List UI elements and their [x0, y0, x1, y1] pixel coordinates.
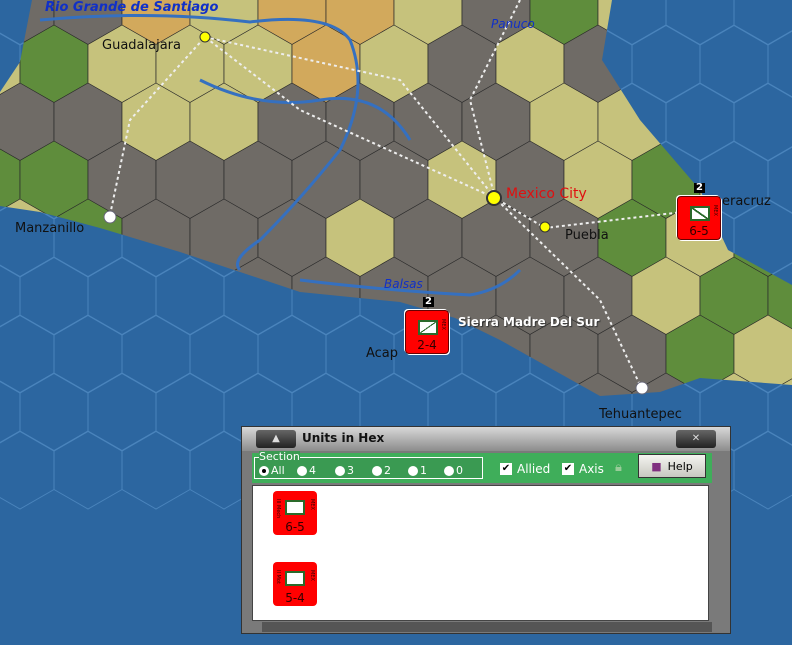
radio-label: 0 [456, 464, 463, 477]
unit-list-item[interactable]: II Mot MEX 5-4 [273, 562, 317, 606]
allied-label: Allied [517, 462, 551, 476]
river-label-balsas: Balsas [384, 277, 423, 291]
unit-nation: MEX [309, 499, 315, 510]
unit-nation: MEX [309, 570, 315, 581]
unit-nation: MEX [712, 205, 718, 216]
radio-section-0[interactable]: 0 [444, 464, 463, 477]
unit-list: III Mech MEX 6-5 II Mot MEX 5-4 [252, 485, 709, 621]
unit-strength: 6-5 [285, 520, 305, 534]
help-button[interactable]: ■ Help [638, 454, 706, 478]
window-title: Units in Hex [302, 431, 385, 445]
unit-strength: 5-4 [285, 591, 305, 605]
city-label-acapulco: Acap [366, 346, 399, 361]
cavalry-icon [418, 320, 438, 335]
radio-label: 4 [309, 464, 316, 477]
lock-icon[interactable]: 🔒︎ [615, 460, 622, 475]
city-label-mexico-city: Mexico City [506, 186, 587, 202]
infantry-icon [285, 571, 305, 586]
infantry-icon [285, 500, 305, 515]
radio-section-4[interactable]: 4 [297, 464, 316, 477]
city-label-tehuantepec: Tehuantepec [599, 407, 682, 422]
terrain-label-sierra-madre: Sierra Madre Del Sur [458, 315, 600, 329]
city-label-manzanillo: Manzanillo [15, 221, 85, 236]
radio-label: All [271, 464, 285, 477]
radio-section-3[interactable]: 3 [335, 464, 354, 477]
section-group: Section All 4 3 2 1 0 [254, 451, 483, 479]
close-button[interactable]: ✕ [676, 430, 716, 448]
city-label-puebla: Puebla [565, 228, 609, 243]
unit-designation: III Mech [275, 499, 281, 519]
radio-section-2[interactable]: 2 [372, 464, 391, 477]
radio-label: 1 [420, 464, 427, 477]
city-label-guadalajara: Guadalajara [102, 38, 181, 53]
unit-counter-acapulco[interactable]: MEX 2-4 [405, 310, 449, 354]
collapse-button[interactable]: ▲ [256, 430, 296, 448]
allied-checkbox[interactable]: ✔ Allied [500, 462, 550, 476]
unit-list-item[interactable]: III Mech MEX 6-5 [273, 491, 317, 535]
book-icon: ■ [651, 459, 662, 473]
unit-counter-veracruz[interactable]: MEX 6-5 [677, 196, 721, 240]
city-label-veracruz: eracruz [722, 194, 771, 209]
stack-count-acapulco: 2 [423, 296, 434, 307]
radio-section-all[interactable]: All [259, 464, 285, 477]
window-titlebar[interactable]: ▲ Units in Hex ✕ [242, 427, 730, 451]
status-bar [262, 622, 712, 632]
axis-label: Axis [579, 462, 604, 476]
unit-designation: II Mot [275, 570, 281, 584]
radio-label: 3 [347, 464, 354, 477]
axis-checkbox[interactable]: ✔ Axis [562, 462, 604, 476]
unit-strength: 6-5 [689, 224, 709, 238]
units-in-hex-window: ▲ Units in Hex ✕ Section All 4 3 2 1 0 ✔… [241, 426, 731, 634]
stack-count-veracruz: 2 [694, 182, 705, 193]
unit-strength: 2-4 [417, 338, 437, 352]
infantry-icon [690, 206, 710, 221]
river-label-rio-grande: Rio Grande de Santiago [45, 0, 219, 15]
river-label-panuco: Panuco [491, 17, 535, 31]
section-label: Section [259, 450, 300, 463]
unit-nation: MEX [440, 319, 446, 330]
radio-section-1[interactable]: 1 [408, 464, 427, 477]
radio-label: 2 [384, 464, 391, 477]
help-label: Help [667, 459, 693, 473]
